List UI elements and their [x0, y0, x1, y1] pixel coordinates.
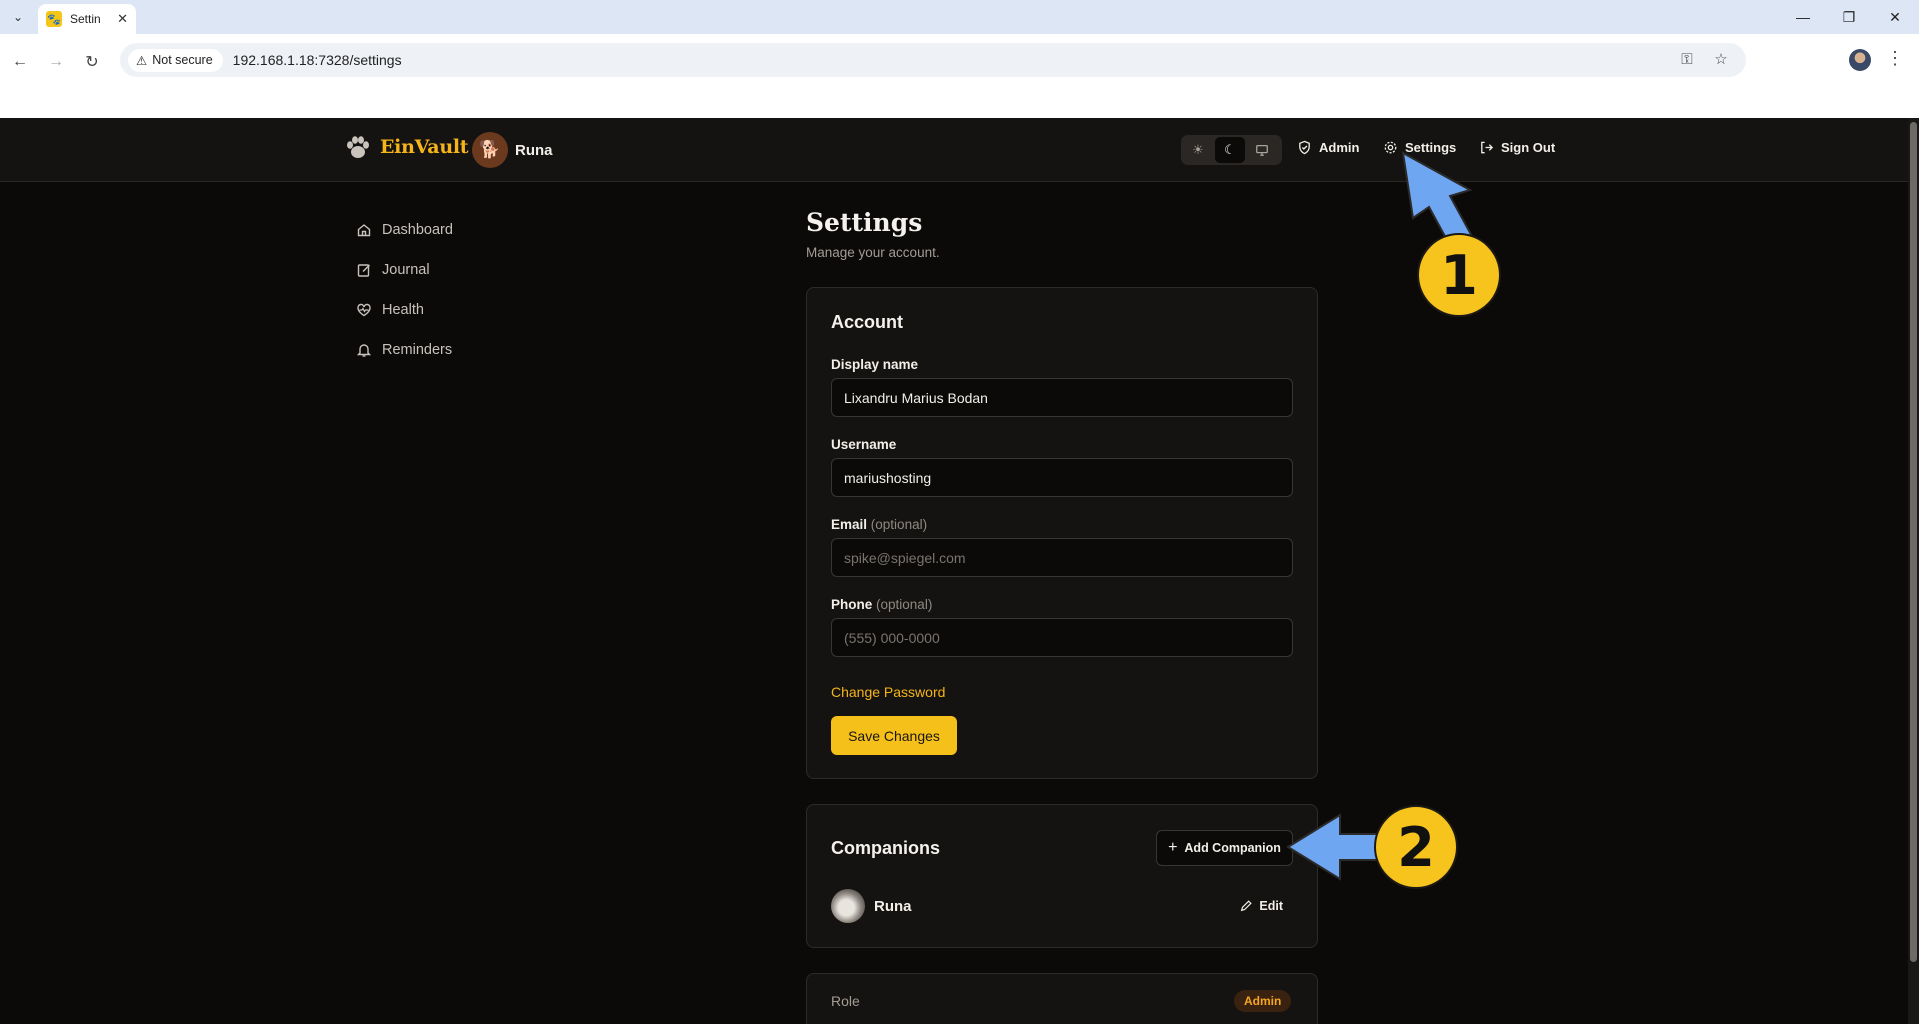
edit-note-icon — [357, 264, 370, 277]
nav-settings[interactable]: Settings — [1383, 140, 1456, 155]
profile-avatar[interactable] — [1849, 49, 1871, 71]
sidebar-item-label: Dashboard — [382, 222, 453, 238]
security-chip[interactable]: ⚠ Not secure — [128, 48, 223, 72]
tab-title: Settin — [70, 12, 101, 26]
phone-field[interactable] — [831, 618, 1293, 657]
app-viewport: EinVault 🐕 Runa ☀ ☾ Admin Settings Sign … — [0, 118, 1908, 1024]
companion-row[interactable]: Runa Edit — [831, 888, 1293, 924]
edit-companion-button[interactable]: Edit — [1239, 899, 1283, 913]
save-changes-button[interactable]: Save Changes — [831, 716, 957, 755]
paw-favicon-icon: 🐾 — [46, 11, 62, 27]
warning-icon: ⚠ — [136, 53, 148, 68]
forward-icon[interactable]: → — [42, 48, 70, 76]
sidebar-item-label: Health — [382, 302, 424, 318]
minimize-icon[interactable]: — — [1780, 0, 1826, 34]
sidebar-item-journal[interactable]: Journal — [356, 250, 556, 290]
phone-label: Phone (optional) — [831, 597, 933, 612]
edit-label: Edit — [1259, 899, 1283, 913]
gear-icon — [1384, 141, 1397, 154]
browser-menu-icon[interactable]: ⋮ — [1886, 48, 1904, 69]
page-title: Settings — [806, 208, 923, 237]
sidebar-item-health[interactable]: Health — [356, 290, 556, 330]
close-window-icon[interactable]: ✕ — [1872, 0, 1918, 34]
security-label: Not secure — [152, 53, 213, 67]
nav-admin-label: Admin — [1319, 140, 1360, 155]
companion-name: Runa — [874, 897, 912, 915]
display-name-field[interactable] — [831, 378, 1293, 417]
system-mode-monitor-icon[interactable] — [1247, 137, 1277, 163]
browser-tab[interactable]: 🐾 Settin ✕ — [38, 4, 136, 34]
pencil-icon — [1241, 900, 1253, 912]
companions-card: Companions + Add Companion Runa Edit — [806, 804, 1318, 948]
sidebar-item-label: Reminders — [382, 342, 453, 358]
browser-toolbar: ← → ↻ ⚠ Not secure 192.168.1.18:7328/set… — [0, 34, 1919, 118]
reload-icon[interactable]: ↻ — [78, 48, 106, 76]
companion-avatar — [831, 889, 865, 923]
home-icon — [357, 224, 371, 237]
restore-icon[interactable]: ❐ — [1826, 0, 1872, 34]
role-card: Role Admin — [806, 973, 1318, 1024]
role-label: Role — [831, 993, 860, 1009]
tab-search-chevron-icon[interactable]: ⌄ — [6, 6, 30, 28]
brand-logo[interactable]: EinVault — [344, 133, 469, 161]
nav-sign-out-label: Sign Out — [1501, 140, 1556, 155]
theme-toggle: ☀ ☾ — [1181, 135, 1282, 165]
scrollbar-thumb[interactable] — [1910, 122, 1917, 962]
brand-name: EinVault — [380, 136, 469, 158]
sidebar: Dashboard Journal Health Reminders — [356, 210, 556, 370]
nav-admin[interactable]: Admin — [1297, 140, 1359, 155]
shield-check-icon — [1299, 140, 1310, 155]
current-pet-avatar[interactable]: 🐕 — [472, 132, 508, 168]
email-label: Email (optional) — [831, 517, 928, 532]
page-scrollbar[interactable] — [1908, 118, 1919, 1024]
email-optional-hint: (optional) — [870, 517, 928, 532]
plus-icon: + — [1168, 839, 1178, 856]
change-password-link[interactable]: Change Password — [831, 684, 945, 700]
log-out-icon — [1481, 141, 1494, 154]
browser-tabstrip: ⌄ 🐾 Settin ✕ — ❐ ✕ — [0, 0, 1919, 34]
sidebar-item-dashboard[interactable]: Dashboard — [356, 210, 556, 250]
back-icon[interactable]: ← — [6, 48, 34, 76]
sidebar-item-label: Journal — [382, 262, 430, 278]
callout-1: 1 — [1417, 233, 1501, 317]
dark-mode-moon-icon[interactable]: ☾ — [1215, 137, 1245, 163]
heart-pulse-icon — [357, 303, 371, 317]
username-label: Username — [831, 437, 897, 452]
sidebar-item-reminders[interactable]: Reminders — [356, 330, 556, 370]
account-card: Account Display name Username Email (opt… — [806, 287, 1318, 779]
callout-2: 2 — [1374, 805, 1458, 889]
add-companion-button[interactable]: + Add Companion — [1156, 830, 1293, 866]
companions-title: Companions — [831, 838, 941, 858]
username-field[interactable] — [831, 458, 1293, 497]
light-mode-sun-icon[interactable]: ☀ — [1183, 137, 1213, 163]
password-key-icon[interactable]: ⚿ — [1676, 48, 1698, 70]
role-badge: Admin — [1234, 990, 1292, 1012]
display-name-label: Display name — [831, 357, 919, 372]
bookmark-star-icon[interactable]: ☆ — [1710, 48, 1732, 70]
email-field[interactable] — [831, 538, 1293, 577]
address-bar[interactable]: ⚠ Not secure 192.168.1.18:7328/settings — [120, 43, 1746, 77]
account-title: Account — [831, 312, 903, 332]
app-header: EinVault 🐕 Runa ☀ ☾ Admin Settings Sign … — [0, 118, 1908, 182]
page-subtitle: Manage your account. — [806, 245, 940, 260]
add-companion-label: Add Companion — [1184, 841, 1281, 855]
bell-icon — [356, 344, 372, 357]
current-pet-name[interactable]: Runa — [515, 142, 553, 159]
phone-optional-hint: (optional) — [876, 597, 933, 612]
url-text: 192.168.1.18:7328/settings — [232, 52, 402, 68]
close-tab-icon[interactable]: ✕ — [117, 11, 128, 27]
nav-sign-out[interactable]: Sign Out — [1479, 140, 1555, 155]
paw-logo-icon — [347, 136, 369, 158]
nav-settings-label: Settings — [1405, 140, 1457, 155]
